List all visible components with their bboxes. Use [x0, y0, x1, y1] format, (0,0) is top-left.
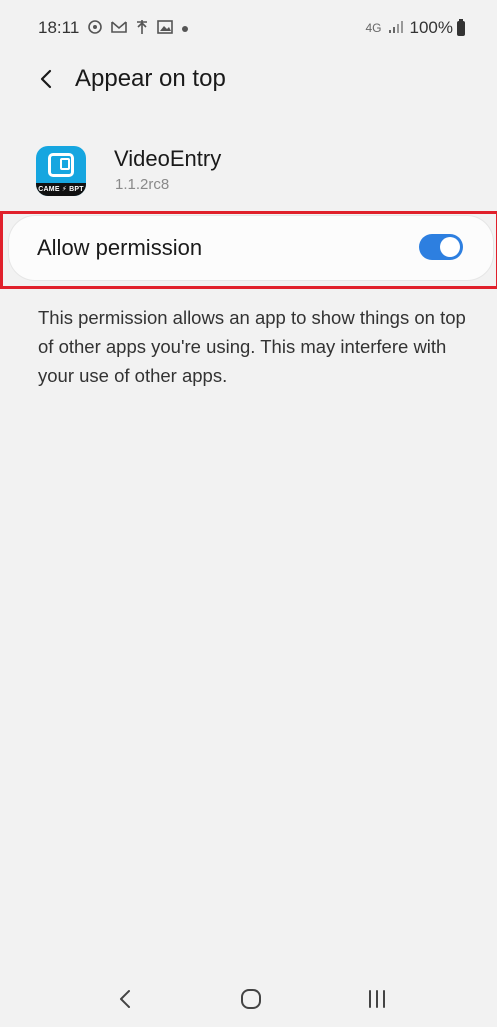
gmail-icon: [111, 20, 128, 37]
app-version: 1.1.2rc8: [115, 176, 170, 193]
status-right: 4G 100%: [365, 18, 465, 38]
toggle-knob: [440, 237, 460, 257]
battery-percent: 100%: [409, 18, 453, 37]
status-time: 18:11: [38, 18, 80, 37]
data-transfer-icon: [135, 19, 149, 38]
network-type: 4G: [365, 21, 382, 35]
nav-back-icon[interactable]: [105, 981, 145, 1017]
battery-icon: [457, 18, 465, 36]
app-icon-brand: CAME ⚡ BPT: [36, 183, 86, 196]
signal-icon: [388, 20, 404, 37]
sync-icon: [87, 19, 103, 38]
allow-permission-label: Allow permission: [37, 235, 203, 260]
app-icon: CAME ⚡ BPT: [36, 146, 86, 196]
header: Appear on top: [0, 58, 497, 104]
page-title: Appear on top: [75, 65, 226, 92]
nav-home-icon[interactable]: [231, 981, 271, 1017]
status-bar: 18:11 4G 100%: [0, 0, 497, 58]
allow-permission-row[interactable]: Allow permission: [9, 216, 493, 280]
app-info: CAME ⚡ BPT VideoEntry 1.1.2rc8: [36, 140, 456, 200]
dot-icon: [181, 21, 189, 36]
app-name: VideoEntry: [114, 146, 222, 171]
navigation-bar: [0, 971, 497, 1027]
gallery-icon: [157, 19, 174, 37]
status-left: 18:11: [38, 18, 189, 38]
nav-recents-icon[interactable]: [357, 981, 397, 1017]
back-arrow-icon[interactable]: [32, 64, 62, 94]
permission-description: This permission allows an app to show th…: [38, 307, 466, 386]
intercom-icon: [48, 153, 74, 177]
allow-permission-toggle[interactable]: [419, 234, 463, 260]
